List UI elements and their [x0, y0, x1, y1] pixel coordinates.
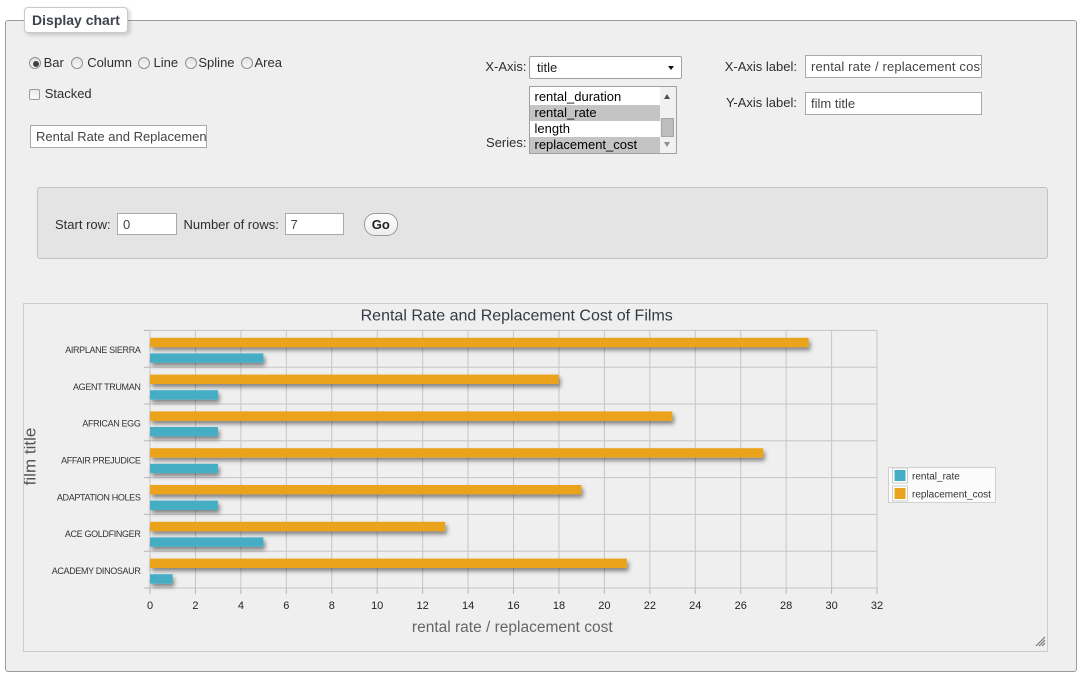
svg-text:10: 10	[371, 600, 383, 612]
svg-text:32: 32	[871, 600, 883, 612]
svg-text:18: 18	[553, 600, 565, 612]
svg-text:film title: film title	[24, 428, 40, 486]
svg-text:0: 0	[147, 600, 153, 612]
svg-text:AGENT TRUMAN: AGENT TRUMAN	[73, 382, 140, 392]
svg-text:12: 12	[417, 600, 429, 612]
svg-text:replacement_cost: replacement_cost	[912, 489, 991, 500]
svg-text:26: 26	[735, 600, 747, 612]
svg-text:16: 16	[507, 600, 519, 612]
svg-text:28: 28	[780, 600, 792, 612]
svg-text:20: 20	[598, 600, 610, 612]
svg-text:30: 30	[825, 600, 837, 612]
svg-text:AFRICAN EGG: AFRICAN EGG	[82, 419, 141, 429]
svg-text:AFFAIR PREJUDICE: AFFAIR PREJUDICE	[61, 456, 141, 466]
svg-text:rental rate / replacement cost: rental rate / replacement cost	[412, 619, 613, 636]
svg-text:6: 6	[283, 600, 289, 612]
svg-text:2: 2	[192, 600, 198, 612]
svg-text:ACE GOLDFINGER: ACE GOLDFINGER	[65, 529, 141, 539]
svg-text:Rental Rate and Replacement Co: Rental Rate and Replacement Cost of Film…	[361, 308, 673, 325]
svg-text:AIRPLANE SIERRA: AIRPLANE SIERRA	[65, 345, 141, 355]
svg-text:ADAPTATION HOLES: ADAPTATION HOLES	[57, 492, 141, 502]
svg-text:rental_rate: rental_rate	[912, 471, 960, 482]
svg-text:14: 14	[462, 600, 474, 612]
svg-text:ACADEMY DINOSAUR: ACADEMY DINOSAUR	[52, 566, 142, 576]
svg-text:24: 24	[689, 600, 701, 612]
svg-text:4: 4	[238, 600, 244, 612]
svg-text:8: 8	[329, 600, 335, 612]
svg-text:22: 22	[644, 600, 656, 612]
